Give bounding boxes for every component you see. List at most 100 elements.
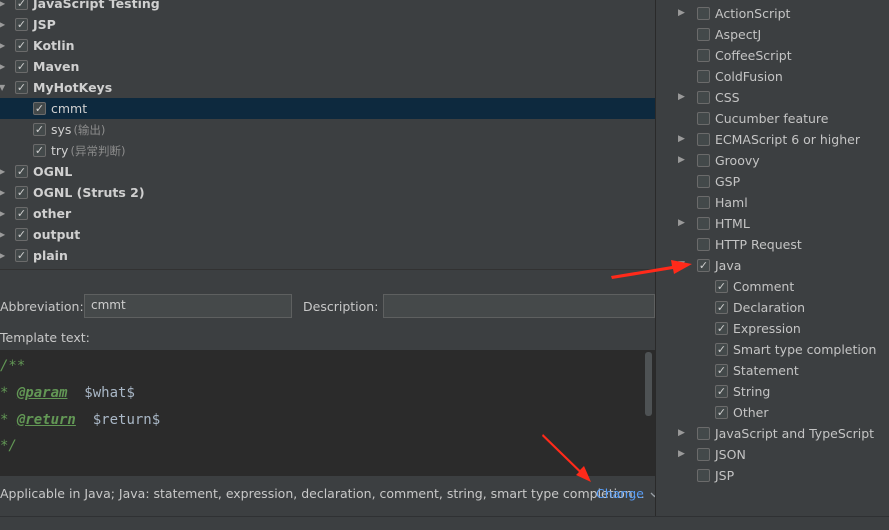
context-item-checkbox[interactable] (697, 49, 710, 62)
context-item[interactable]: HTTP Request (697, 234, 802, 255)
context-item[interactable]: ▶ Groovy (678, 150, 760, 171)
expand-right-icon[interactable]: ▶ (678, 423, 685, 444)
context-item[interactable]: ▶ JavaScript and TypeScript (678, 423, 874, 444)
expand-right-icon[interactable]: ▶ (0, 0, 9, 14)
expand-right-icon[interactable]: ▶ (0, 224, 9, 245)
context-item-checkbox[interactable]: ✓ (715, 301, 728, 314)
context-item-checkbox[interactable] (697, 28, 710, 41)
tree-item-checkbox[interactable]: ✓ (15, 81, 28, 94)
expand-right-icon[interactable]: ▶ (0, 182, 9, 203)
context-item-checkbox[interactable] (697, 175, 710, 188)
context-item[interactable]: ▼ ✓ Java (678, 255, 741, 276)
context-item-checkbox[interactable] (697, 133, 710, 146)
context-item-checkbox[interactable] (697, 91, 710, 104)
context-item[interactable]: ✓ Smart type completion (715, 339, 876, 360)
template-text-editor[interactable]: /** * @param $what$ * @return $return$ */ (0, 350, 655, 476)
context-item-checkbox[interactable] (697, 427, 710, 440)
context-item[interactable]: ColdFusion (697, 66, 783, 87)
context-item-checkbox[interactable] (697, 448, 710, 461)
context-item[interactable]: ▶ ECMAScript 6 or higher (678, 129, 860, 150)
tree-item-checkbox[interactable]: ✓ (15, 0, 28, 10)
tree-item[interactable]: ▼ ✓ MyHotKeys (0, 77, 655, 98)
expand-down-icon[interactable]: ▼ (0, 77, 9, 98)
tree-item[interactable]: ▶ ✓ JavaScript Testing (0, 0, 655, 14)
change-context-link[interactable]: Change (596, 486, 659, 501)
context-item-checkbox[interactable]: ✓ (697, 259, 710, 272)
context-item[interactable]: ✓ Comment (715, 276, 794, 297)
tree-item[interactable]: ✓ cmmt (0, 98, 655, 119)
expand-right-icon[interactable]: ▶ (678, 444, 685, 465)
context-item[interactable]: ✓ Expression (715, 318, 801, 339)
tree-item-checkbox[interactable]: ✓ (15, 249, 28, 262)
context-item-checkbox[interactable] (697, 469, 710, 482)
context-item[interactable]: AspectJ (697, 24, 761, 45)
tree-item[interactable]: ✓ try (异常判断) (0, 140, 655, 161)
tree-item[interactable]: ▶ ✓ Kotlin (0, 35, 655, 56)
expand-right-icon[interactable]: ▶ (0, 161, 9, 182)
context-item-checkbox[interactable]: ✓ (715, 280, 728, 293)
context-item[interactable]: ▶ CSS (678, 87, 740, 108)
context-item-checkbox[interactable]: ✓ (715, 322, 728, 335)
context-item[interactable]: ✓ Declaration (715, 297, 805, 318)
expand-right-icon[interactable]: ▶ (678, 150, 685, 171)
tree-item-checkbox[interactable]: ✓ (15, 18, 28, 31)
context-item-checkbox[interactable]: ✓ (715, 406, 728, 419)
expand-right-icon[interactable]: ▶ (678, 3, 685, 24)
context-item-checkbox[interactable] (697, 238, 710, 251)
tree-item-checkbox[interactable]: ✓ (15, 60, 28, 73)
expand-right-icon[interactable]: ▶ (678, 87, 685, 108)
expand-right-icon[interactable]: ▶ (0, 35, 9, 56)
tree-item-checkbox[interactable]: ✓ (15, 186, 28, 199)
context-item-checkbox[interactable]: ✓ (715, 364, 728, 377)
context-item[interactable]: ▶ HTML (678, 213, 750, 234)
context-item[interactable]: ✓ String (715, 381, 770, 402)
tree-item[interactable]: ▶ ✓ output (0, 224, 655, 245)
tree-item-checkbox[interactable]: ✓ (15, 165, 28, 178)
tree-item-checkbox[interactable]: ✓ (15, 207, 28, 220)
live-template-tree: ▶ ✓ JavaScript Testing ▶ ✓ JSP ▶ ✓ Kotlin ▶ ✓ Maven… (0, 0, 655, 270)
context-item-checkbox[interactable] (697, 112, 710, 125)
context-item-checkbox[interactable] (697, 7, 710, 20)
tree-item-checkbox[interactable]: ✓ (15, 228, 28, 241)
expand-right-icon[interactable]: ▶ (0, 245, 9, 266)
tree-item-checkbox[interactable]: ✓ (33, 123, 46, 136)
context-item[interactable]: Cucumber feature (697, 108, 829, 129)
expand-right-icon[interactable]: ▶ (678, 213, 685, 234)
editor-scrollbar[interactable] (645, 352, 652, 416)
context-item[interactable]: ▶ JSON (678, 444, 746, 465)
context-item[interactable]: ✓ Other (715, 402, 769, 423)
abbreviation-input[interactable]: cmmt (84, 294, 292, 318)
context-item-checkbox[interactable]: ✓ (715, 385, 728, 398)
tree-item[interactable]: ▶ ✓ other (0, 203, 655, 224)
expand-right-icon[interactable]: ▶ (678, 129, 685, 150)
description-input[interactable] (383, 294, 655, 318)
context-item-checkbox[interactable] (697, 70, 710, 83)
tree-item[interactable]: ▶ ✓ OGNL (Struts 2) (0, 182, 655, 203)
context-item-label: Haml (715, 195, 748, 210)
context-item[interactable]: Haml (697, 192, 748, 213)
context-item[interactable]: ✓ Statement (715, 360, 799, 381)
tree-item[interactable]: ▶ ✓ JSP (0, 14, 655, 35)
context-item-checkbox[interactable] (697, 154, 710, 167)
context-item[interactable]: GSP (697, 171, 740, 192)
tree-item[interactable]: ▶ ✓ OGNL (0, 161, 655, 182)
context-item[interactable]: JSP (697, 465, 734, 486)
context-item[interactable]: CoffeeScript (697, 45, 792, 66)
context-item[interactable]: ▶ ActionScript (678, 3, 790, 24)
tree-item-checkbox[interactable]: ✓ (15, 39, 28, 52)
tree-item-checkbox[interactable]: ✓ (33, 144, 46, 157)
expand-right-icon[interactable]: ▶ (0, 56, 9, 77)
tree-item[interactable]: ▶ ✓ Maven (0, 56, 655, 77)
context-item-checkbox[interactable]: ✓ (715, 343, 728, 356)
tree-item[interactable]: ▶ ✓ plain (0, 245, 655, 266)
tree-item[interactable]: ✓ sys (输出) (0, 119, 655, 140)
editor-line: */ (0, 434, 17, 458)
expand-right-icon[interactable]: ▶ (0, 14, 9, 35)
tree-item-checkbox[interactable]: ✓ (33, 102, 46, 115)
expand-down-icon[interactable]: ▼ (678, 255, 685, 276)
context-item-checkbox[interactable] (697, 196, 710, 209)
expand-right-icon[interactable]: ▶ (0, 203, 9, 224)
context-item-checkbox[interactable] (697, 217, 710, 230)
tree-item-label: cmmt (51, 101, 88, 116)
editor-token: */ (0, 438, 17, 454)
